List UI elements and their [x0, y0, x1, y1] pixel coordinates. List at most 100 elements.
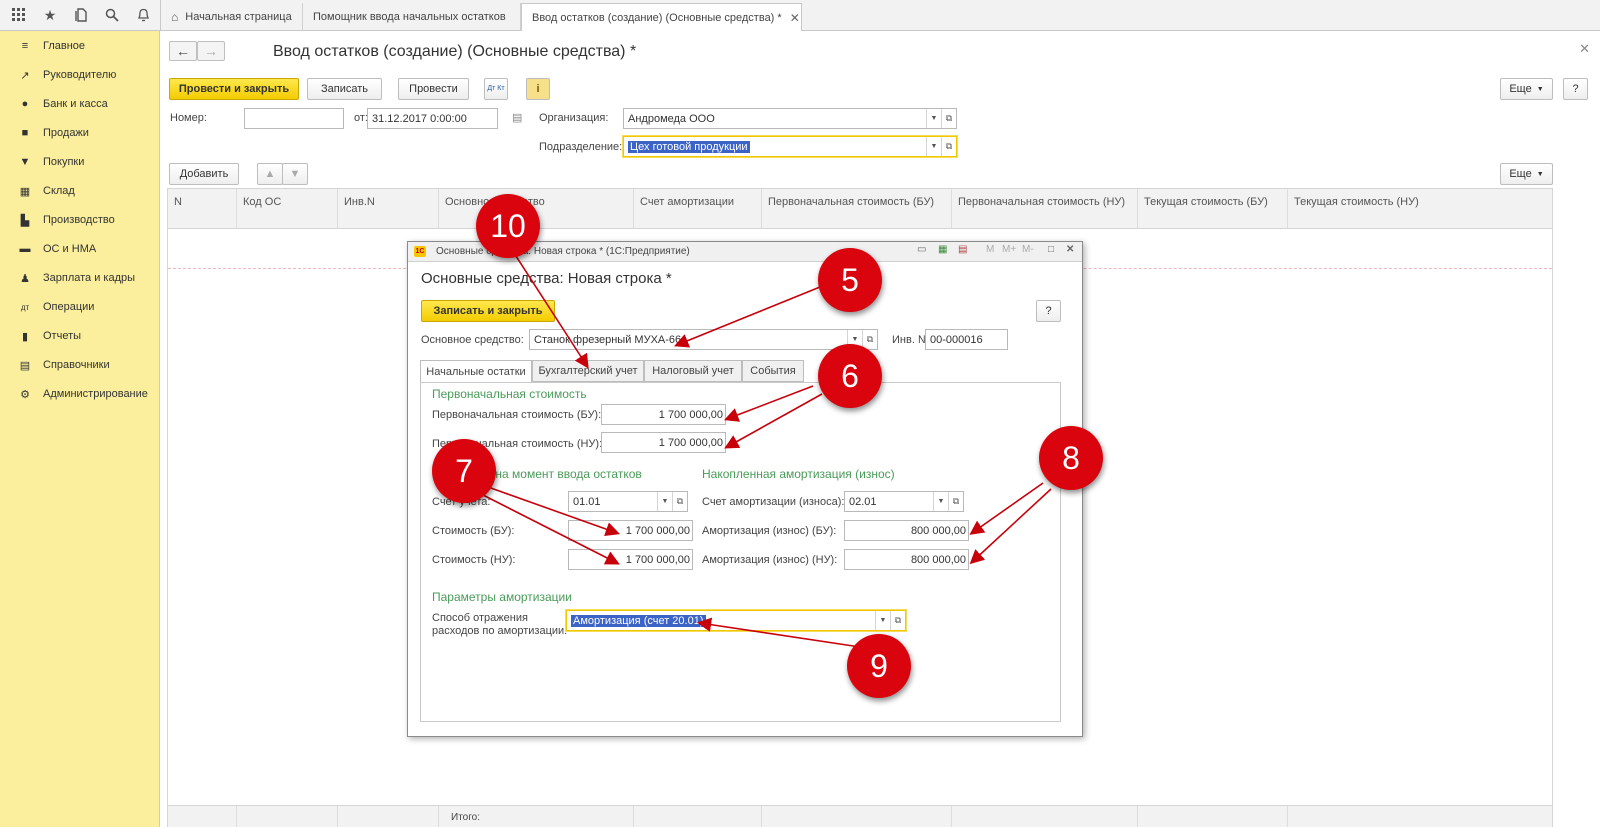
- department-value: Цех готовой продукции: [628, 140, 750, 153]
- top-bar: ★ ⌂ Начальная страница Помощник ввода на…: [0, 0, 1600, 32]
- sidebar-item-operations[interactable]: дт Операции: [0, 293, 160, 321]
- column-header[interactable]: Код ОС: [237, 189, 338, 229]
- tab-current-document[interactable]: Ввод остатков (создание) (Основные средс…: [521, 3, 802, 32]
- memory-minus-button[interactable]: M-: [1022, 244, 1034, 255]
- cost-nu-field[interactable]: 1 700 000,00: [568, 549, 693, 570]
- calendar-icon[interactable]: ▤: [512, 111, 522, 124]
- chevron-down-icon[interactable]: ▼: [926, 137, 941, 156]
- sidebar-item-main[interactable]: ≡ Главное: [0, 32, 160, 60]
- tab-initial-balances[interactable]: Начальные остатки: [420, 360, 532, 383]
- department-field[interactable]: Цех готовой продукции ▼ ⧉: [623, 136, 957, 157]
- inventory-number-field[interactable]: 00-000016: [925, 329, 1008, 350]
- calendar-icon[interactable]: ▤: [958, 244, 967, 255]
- open-icon[interactable]: ⧉: [890, 611, 905, 630]
- chevron-down-icon[interactable]: ▼: [875, 611, 890, 630]
- bell-icon[interactable]: [132, 5, 154, 25]
- callout-5: 5: [818, 248, 882, 312]
- initial-cost-bu-field[interactable]: 1 700 000,00: [601, 404, 726, 425]
- date-field[interactable]: 31.12.2017 0:00:00: [367, 108, 498, 129]
- sidebar-item-reports[interactable]: ▮ Отчеты: [0, 322, 160, 350]
- sidebar-item-production[interactable]: ▙ Производство: [0, 206, 160, 234]
- depreciation-nu-label: Амортизация (износ) (НУ):: [702, 554, 838, 566]
- open-icon[interactable]: ⧉: [948, 492, 963, 511]
- depreciation-account-field[interactable]: 02.01 ▼ ⧉: [844, 491, 964, 512]
- sidebar-item-salary[interactable]: ♟ Зарплата и кадры: [0, 264, 160, 292]
- account-field[interactable]: 01.01 ▼ ⧉: [568, 491, 688, 512]
- star-icon[interactable]: ★: [39, 5, 61, 25]
- open-icon[interactable]: ⧉: [941, 137, 956, 156]
- factory-icon: ▙: [20, 214, 30, 227]
- sidebar-item-catalogs[interactable]: ▤ Справочники: [0, 351, 160, 379]
- memory-button[interactable]: M: [986, 244, 994, 255]
- close-form-icon[interactable]: ✕: [1579, 41, 1590, 57]
- column-header[interactable]: Инв.N: [338, 189, 439, 229]
- column-header[interactable]: Текущая стоимость (НУ): [1288, 189, 1554, 229]
- more-label: Еще: [1509, 83, 1532, 95]
- depreciation-bu-field[interactable]: 800 000,00: [844, 520, 969, 541]
- cost-bu-field[interactable]: 1 700 000,00: [568, 520, 693, 541]
- sidebar-item-label: Производство: [43, 214, 115, 226]
- chevron-down-icon[interactable]: ▼: [933, 492, 948, 511]
- move-up-button[interactable]: ▲: [257, 163, 283, 185]
- sidebar-item-assets[interactable]: ▬ ОС и НМА: [0, 235, 160, 263]
- close-icon[interactable]: ✕: [1066, 244, 1074, 255]
- sidebar-item-label: ОС и НМА: [43, 243, 97, 255]
- sidebar-item-admin[interactable]: ⚙ Администрирование: [0, 380, 160, 408]
- search-icon[interactable]: [101, 5, 123, 25]
- number-field[interactable]: [244, 108, 344, 129]
- sidebar-item-warehouse[interactable]: ▦ Склад: [0, 177, 160, 205]
- back-button[interactable]: ←: [169, 41, 197, 61]
- tab-assistant[interactable]: Помощник ввода начальных остатков: [303, 3, 521, 31]
- maximize-icon[interactable]: □: [1048, 244, 1054, 255]
- column-header[interactable]: Первоначальная стоимость (НУ): [952, 189, 1138, 229]
- calc-icon[interactable]: ▦: [938, 244, 947, 255]
- asset-label: Основное средство:: [421, 334, 524, 346]
- column-header[interactable]: Первоначальная стоимость (БУ): [762, 189, 952, 229]
- depreciation-method-field[interactable]: Амортизация (счет 20.01) ▼ ⧉: [566, 610, 906, 631]
- save-and-close-button[interactable]: Записать и закрыть: [421, 300, 555, 322]
- organization-field[interactable]: Андромеда ООО ▼ ⧉: [623, 108, 957, 129]
- help-button[interactable]: ?: [1563, 78, 1588, 100]
- open-icon[interactable]: ⧉: [672, 492, 687, 511]
- tab-events[interactable]: События: [742, 360, 804, 382]
- initial-cost-nu-field[interactable]: 1 700 000,00: [601, 432, 726, 453]
- history-icon[interactable]: [70, 5, 92, 25]
- column-header[interactable]: Текущая стоимость (БУ): [1138, 189, 1288, 229]
- tab-accounting[interactable]: Бухгалтерский учет: [532, 360, 644, 382]
- dt-kt-button[interactable]: Дт Кт: [484, 78, 508, 100]
- table-header: N Код ОС Инв.N Основное средство Счет ам…: [168, 189, 1552, 229]
- sidebar-item-purchases[interactable]: ▼ Покупки: [0, 148, 160, 176]
- sidebar-item-manager[interactable]: ↗ Руководителю: [0, 61, 160, 89]
- help-button[interactable]: ?: [1036, 300, 1061, 322]
- close-icon[interactable]: ✕: [790, 11, 800, 25]
- chevron-down-icon[interactable]: ▼: [926, 109, 941, 128]
- sidebar-item-label: Администрирование: [43, 388, 148, 400]
- info-button[interactable]: i: [526, 78, 550, 100]
- open-icon[interactable]: ⧉: [862, 330, 877, 349]
- table-more-button[interactable]: Еще ▼: [1500, 163, 1553, 185]
- asset-field[interactable]: Станок фрезерный МУХА-66 ▼ ⧉: [529, 329, 878, 350]
- apps-grid-icon[interactable]: [8, 5, 30, 25]
- more-button[interactable]: Еще ▼: [1500, 78, 1553, 100]
- column-header[interactable]: Счет амортизации: [634, 189, 762, 229]
- tab-tax-accounting[interactable]: Налоговый учет: [644, 360, 742, 382]
- sidebar-item-sales[interactable]: ■ Продажи: [0, 119, 160, 147]
- post-and-close-button[interactable]: Провести и закрыть: [169, 78, 299, 100]
- save-button[interactable]: Записать: [307, 78, 382, 100]
- depreciation-nu-field[interactable]: 800 000,00: [844, 549, 969, 570]
- ruble-icon: ●: [21, 98, 29, 110]
- method-label-line2: расходов по амортизации:: [432, 625, 568, 637]
- memory-plus-button[interactable]: M+: [1002, 244, 1016, 255]
- tab-home[interactable]: ⌂ Начальная страница: [161, 3, 303, 31]
- chevron-down-icon[interactable]: ▼: [657, 492, 672, 511]
- post-button[interactable]: Провести: [398, 78, 469, 100]
- print-icon[interactable]: ▭: [917, 244, 926, 255]
- person-icon: ♟: [20, 272, 30, 285]
- move-down-button[interactable]: ▼: [282, 163, 308, 185]
- column-header[interactable]: N: [168, 189, 237, 229]
- forward-button[interactable]: →: [197, 41, 225, 61]
- section-initial-cost: Первоначальная стоимость: [432, 387, 587, 401]
- open-icon[interactable]: ⧉: [941, 109, 956, 128]
- sidebar-item-bank[interactable]: ● Банк и касса: [0, 90, 160, 118]
- add-row-button[interactable]: Добавить: [169, 163, 239, 185]
